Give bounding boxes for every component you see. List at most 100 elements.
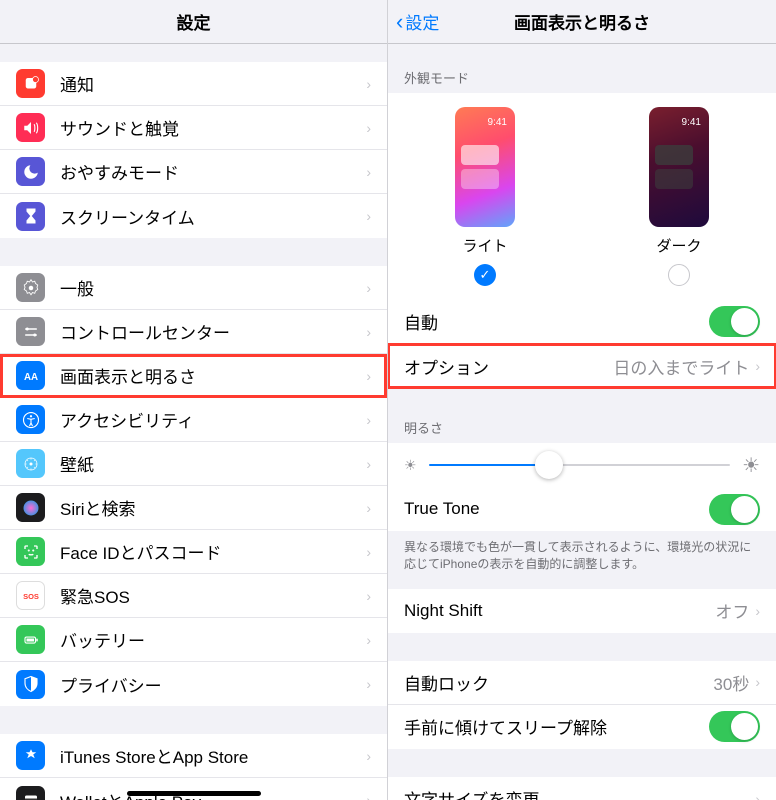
hourglass-icon	[16, 202, 45, 231]
privacy-icon	[16, 670, 45, 699]
setting-row-appstore[interactable]: iTunes StoreとApp Store›	[0, 734, 387, 778]
battery-icon	[16, 625, 45, 654]
sun-high-icon: ☀	[742, 453, 760, 478]
autolock-value: 30秒	[713, 670, 749, 695]
detail-content[interactable]: 外観モード 9:41 ライト ✓ 9:41 ダーク	[388, 44, 776, 800]
row-label: 画面表示と明るさ	[60, 363, 366, 388]
sound-icon	[16, 113, 45, 142]
textsize-row[interactable]: 文字サイズを変更 ›	[388, 777, 776, 800]
textsize-label: 文字サイズを変更	[404, 786, 755, 800]
chevron-right-icon: ›	[366, 324, 371, 340]
display-brightness-pane: ‹ 設定 画面表示と明るさ 外観モード 9:41 ライト ✓ 9:41	[388, 0, 776, 800]
raise-label: 手前に傾けてスリープ解除	[404, 714, 709, 739]
chevron-right-icon: ›	[366, 368, 371, 384]
chevron-right-icon: ›	[366, 280, 371, 296]
settings-list[interactable]: 通知›サウンドと触覚›おやすみモード›スクリーンタイム›一般›コントロールセンタ…	[0, 44, 387, 800]
row-label: 壁紙	[60, 451, 366, 476]
setting-row-notify[interactable]: 通知›	[0, 62, 387, 106]
chevron-right-icon: ›	[366, 208, 371, 224]
options-row[interactable]: オプション 日の入までライト ›	[388, 344, 776, 388]
autolock-row[interactable]: 自動ロック 30秒 ›	[388, 661, 776, 705]
moon-icon	[16, 157, 45, 186]
light-label: ライト	[462, 235, 507, 256]
truetone-row[interactable]: True Tone	[388, 487, 776, 531]
notify-icon	[16, 69, 45, 98]
truetone-desc: 異なる環境でも色が一貫して表示されるように、環境光の状況に応じてiPhoneの表…	[388, 531, 776, 581]
page-title: 画面表示と明るさ	[514, 9, 650, 34]
light-radio[interactable]: ✓	[474, 264, 496, 286]
control-icon	[16, 317, 45, 346]
aa-icon: AA	[16, 361, 45, 390]
row-label: 一般	[60, 275, 366, 300]
page-title: 設定	[177, 9, 211, 34]
sun-low-icon: ☀	[404, 457, 417, 474]
row-label: Siriと検索	[60, 495, 366, 520]
row-label: アクセシビリティ	[60, 407, 366, 432]
setting-row-gear[interactable]: 一般›	[0, 266, 387, 310]
svg-text:SOS: SOS	[23, 592, 39, 601]
appstore-icon	[16, 741, 45, 770]
nightshift-value: オフ	[715, 598, 749, 623]
raise-row[interactable]: 手前に傾けてスリープ解除	[388, 705, 776, 749]
nightshift-row[interactable]: Night Shift オフ ›	[388, 589, 776, 633]
setting-row-moon[interactable]: おやすみモード›	[0, 150, 387, 194]
faceid-icon	[16, 537, 45, 566]
appearance-header: 外観モード	[388, 62, 776, 93]
setting-row-siri[interactable]: Siriと検索›	[0, 486, 387, 530]
back-button[interactable]: ‹ 設定	[396, 9, 439, 35]
appearance-light[interactable]: 9:41 ライト ✓	[425, 107, 545, 286]
chevron-right-icon: ›	[755, 603, 760, 619]
auto-toggle[interactable]	[709, 306, 760, 337]
home-indicator[interactable]	[127, 791, 261, 796]
row-label: iTunes StoreとApp Store	[60, 743, 366, 768]
wallet-icon	[16, 786, 45, 800]
chevron-right-icon: ›	[366, 792, 371, 800]
svg-text:AA: AA	[23, 371, 37, 382]
chevron-right-icon: ›	[366, 120, 371, 136]
chevron-left-icon: ‹	[396, 9, 403, 35]
left-header: 設定	[0, 0, 387, 44]
light-preview: 9:41	[455, 107, 515, 227]
setting-row-wallpaper[interactable]: 壁紙›	[0, 442, 387, 486]
setting-row-faceid[interactable]: Face IDとパスコード›	[0, 530, 387, 574]
dark-label: ダーク	[656, 235, 701, 256]
row-label: プライバシー	[60, 672, 366, 697]
gear-icon	[16, 273, 45, 302]
setting-row-sound[interactable]: サウンドと触覚›	[0, 106, 387, 150]
setting-row-privacy[interactable]: プライバシー›	[0, 662, 387, 706]
setting-row-control[interactable]: コントロールセンター›	[0, 310, 387, 354]
auto-label: 自動	[404, 309, 709, 334]
brightness-header: 明るさ	[388, 412, 776, 443]
chevron-right-icon: ›	[366, 588, 371, 604]
access-icon	[16, 405, 45, 434]
options-label: オプション	[404, 354, 613, 379]
sos-icon: SOS	[16, 581, 45, 610]
setting-row-aa[interactable]: AA 画面表示と明るさ›	[0, 354, 387, 398]
chevron-right-icon: ›	[755, 358, 760, 374]
preview-time: 9:41	[488, 117, 507, 128]
brightness-slider[interactable]	[429, 464, 731, 466]
dark-radio[interactable]	[668, 264, 690, 286]
row-label: コントロールセンター	[60, 319, 366, 344]
truetone-toggle[interactable]	[709, 494, 760, 525]
raise-toggle[interactable]	[709, 711, 760, 742]
back-label: 設定	[405, 9, 439, 34]
setting-row-sos[interactable]: SOS緊急SOS›	[0, 574, 387, 618]
nightshift-label: Night Shift	[404, 601, 715, 621]
appearance-dark[interactable]: 9:41 ダーク	[619, 107, 739, 286]
preview-time: 9:41	[682, 117, 701, 128]
chevron-right-icon: ›	[366, 632, 371, 648]
setting-row-wallet[interactable]: WalletとApple Pay›	[0, 778, 387, 800]
chevron-right-icon: ›	[366, 544, 371, 560]
auto-row[interactable]: 自動	[388, 300, 776, 344]
setting-row-hourglass[interactable]: スクリーンタイム›	[0, 194, 387, 238]
row-label: おやすみモード	[60, 159, 366, 184]
row-label: バッテリー	[60, 627, 366, 652]
setting-row-battery[interactable]: バッテリー›	[0, 618, 387, 662]
row-label: 通知	[60, 71, 366, 96]
right-header: ‹ 設定 画面表示と明るさ	[388, 0, 776, 44]
chevron-right-icon: ›	[366, 456, 371, 472]
setting-row-access[interactable]: アクセシビリティ›	[0, 398, 387, 442]
chevron-right-icon: ›	[366, 748, 371, 764]
dark-preview: 9:41	[649, 107, 709, 227]
